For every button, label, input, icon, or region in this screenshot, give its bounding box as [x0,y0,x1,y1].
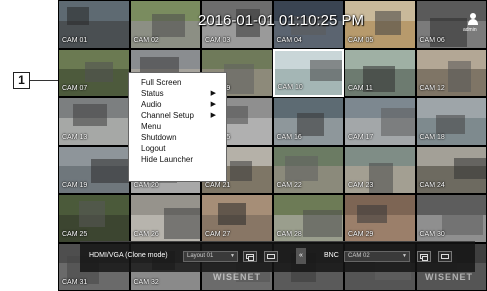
camera-feed-building [151,14,185,37]
camera-tile[interactable]: CAM 11 [344,48,416,97]
chevron-down-icon: ▼ [402,253,407,259]
hdmi-vga-label: HDMI/VGA (Clone mode) [89,252,168,259]
camera-label: CAM 06 [419,36,445,44]
camera-tile[interactable]: CAM 12 [415,48,487,97]
camera-feed-building [302,210,342,237]
camera-feed-building [441,212,483,235]
camera-tile[interactable]: CAM 23 [344,145,416,194]
camera-tile[interactable]: CAM 22 [272,145,344,194]
camera-label: CAM 13 [62,133,88,141]
camera-label: CAM 26 [133,230,159,238]
camera-tile[interactable]: CAM 17 [344,97,416,146]
collapse-launcher-button[interactable]: « [296,248,306,264]
camera-label: CAM 28 [276,230,302,238]
camera-label: CAM 32 [133,279,159,286]
bnc-screen-icon[interactable] [438,251,452,262]
submenu-arrow-icon: ▶ [210,112,216,119]
sequence-icon[interactable] [243,251,257,262]
camera-label: CAM 05 [348,36,374,44]
camera-label: CAM 19 [62,182,88,189]
user-icon[interactable] [467,13,479,27]
menu-item-status[interactable]: Status ▶ [129,88,226,99]
menu-item-channel-setup[interactable]: Channel Setup ▶ [129,110,226,121]
submenu-arrow-icon: ▶ [210,101,216,108]
watermark-left: WISENET [213,272,262,282]
camera-tile[interactable]: CAM 16 [272,97,344,146]
menu-item-menu[interactable]: Menu [129,121,226,132]
callout-number-badge: 1 [13,72,30,89]
camera-label: CAM 07 [62,85,88,92]
camera-feed-building [79,201,105,227]
camera-label: CAM 27 [205,230,231,238]
camera-feed-building [218,203,246,225]
submenu-arrow-icon: ▶ [210,90,216,97]
camera-feed-building [435,115,465,134]
camera-tile[interactable]: CAM 29 [344,194,416,243]
camera-label: CAM 25 [62,230,88,238]
screen-switch-icon[interactable] [264,251,278,262]
camera-feed-building [284,155,318,181]
camera-tile[interactable]: CAM 30 [415,194,487,243]
camera-label: CAM 01 [62,36,88,44]
camera-feed-building [375,11,401,35]
camera-feed-building [453,157,487,179]
camera-tile[interactable]: CAM 02 [129,0,201,49]
camera-feed-building [85,61,113,82]
bnc-camera-dropdown[interactable]: CAM 02 ▼ [344,251,410,262]
camera-tile[interactable]: CAM 13 [58,97,130,146]
camera-tile[interactable]: CAM 28 [272,194,344,243]
camera-tile[interactable]: CAM 01 [58,0,130,49]
menu-item-hide-launcher[interactable]: Hide Launcher [129,154,226,165]
camera-feed-building [67,7,89,25]
menu-item-shutdown[interactable]: Shutdown [129,132,226,143]
layout-dropdown[interactable]: Layout 01 ▼ [183,251,238,262]
camera-tile[interactable]: CAM 27 [201,194,273,243]
camera-feed-building [230,160,252,181]
camera-feed-building [357,205,387,223]
camera-label: CAM 16 [276,133,302,141]
camera-tile[interactable]: CAM 18 [415,97,487,146]
launcher-bar: HDMI/VGA (Clone mode) Layout 01 ▼ « BNC C… [80,241,475,272]
datetime-overlay: 2016-01-01 01:10:25 PM [198,12,364,29]
bnc-label: BNC [324,252,339,259]
bnc-sequence-icon[interactable] [417,251,431,262]
camera-label: CAM 11 [348,85,373,92]
camera-label: CAM 17 [348,133,374,141]
camera-tile[interactable]: CAM 19 [58,145,130,194]
camera-label: CAM 23 [348,182,374,189]
camera-tile[interactable]: CAM 26 [129,194,201,243]
camera-tile[interactable]: CAM 24 [415,145,487,194]
watermark-right: WISENET [425,272,474,282]
menu-item-logout[interactable]: Logout [129,143,226,154]
camera-label: CAM 22 [276,182,302,189]
camera-feed-building [91,158,129,183]
camera-feed-building [447,60,471,92]
camera-label: CAM 30 [419,230,445,238]
context-menu: Full Screen Status ▶ Audio ▶ Channel Setup… [128,72,227,182]
camera-feed-building [381,108,415,136]
user-caption: admin [463,27,477,33]
camera-feed-building [73,104,107,126]
camera-label: CAM 02 [133,36,159,44]
menu-item-audio[interactable]: Audio ▶ [129,99,226,110]
menu-item-full-screen[interactable]: Full Screen [129,77,226,88]
camera-label: CAM 21 [205,182,231,189]
chevron-down-icon: ▼ [230,253,235,259]
camera-feed-building [309,59,343,81]
camera-label: CAM 12 [419,85,445,92]
camera-label: CAM 31 [62,279,88,286]
camera-label: CAM 18 [419,133,445,141]
camera-label: CAM 20 [133,182,159,189]
camera-label: CAM 03 [205,36,231,44]
camera-label: CAM 24 [419,182,445,189]
camera-label: CAM 10 [277,84,303,91]
camera-tile[interactable]: CAM 10 [272,48,344,97]
camera-tile[interactable]: CAM 25 [58,194,130,243]
camera-tile[interactable]: CAM 07 [58,48,130,97]
camera-label: CAM 29 [348,230,374,238]
camera-label: CAM 04 [276,36,302,44]
camera-feed-building [163,208,201,239]
